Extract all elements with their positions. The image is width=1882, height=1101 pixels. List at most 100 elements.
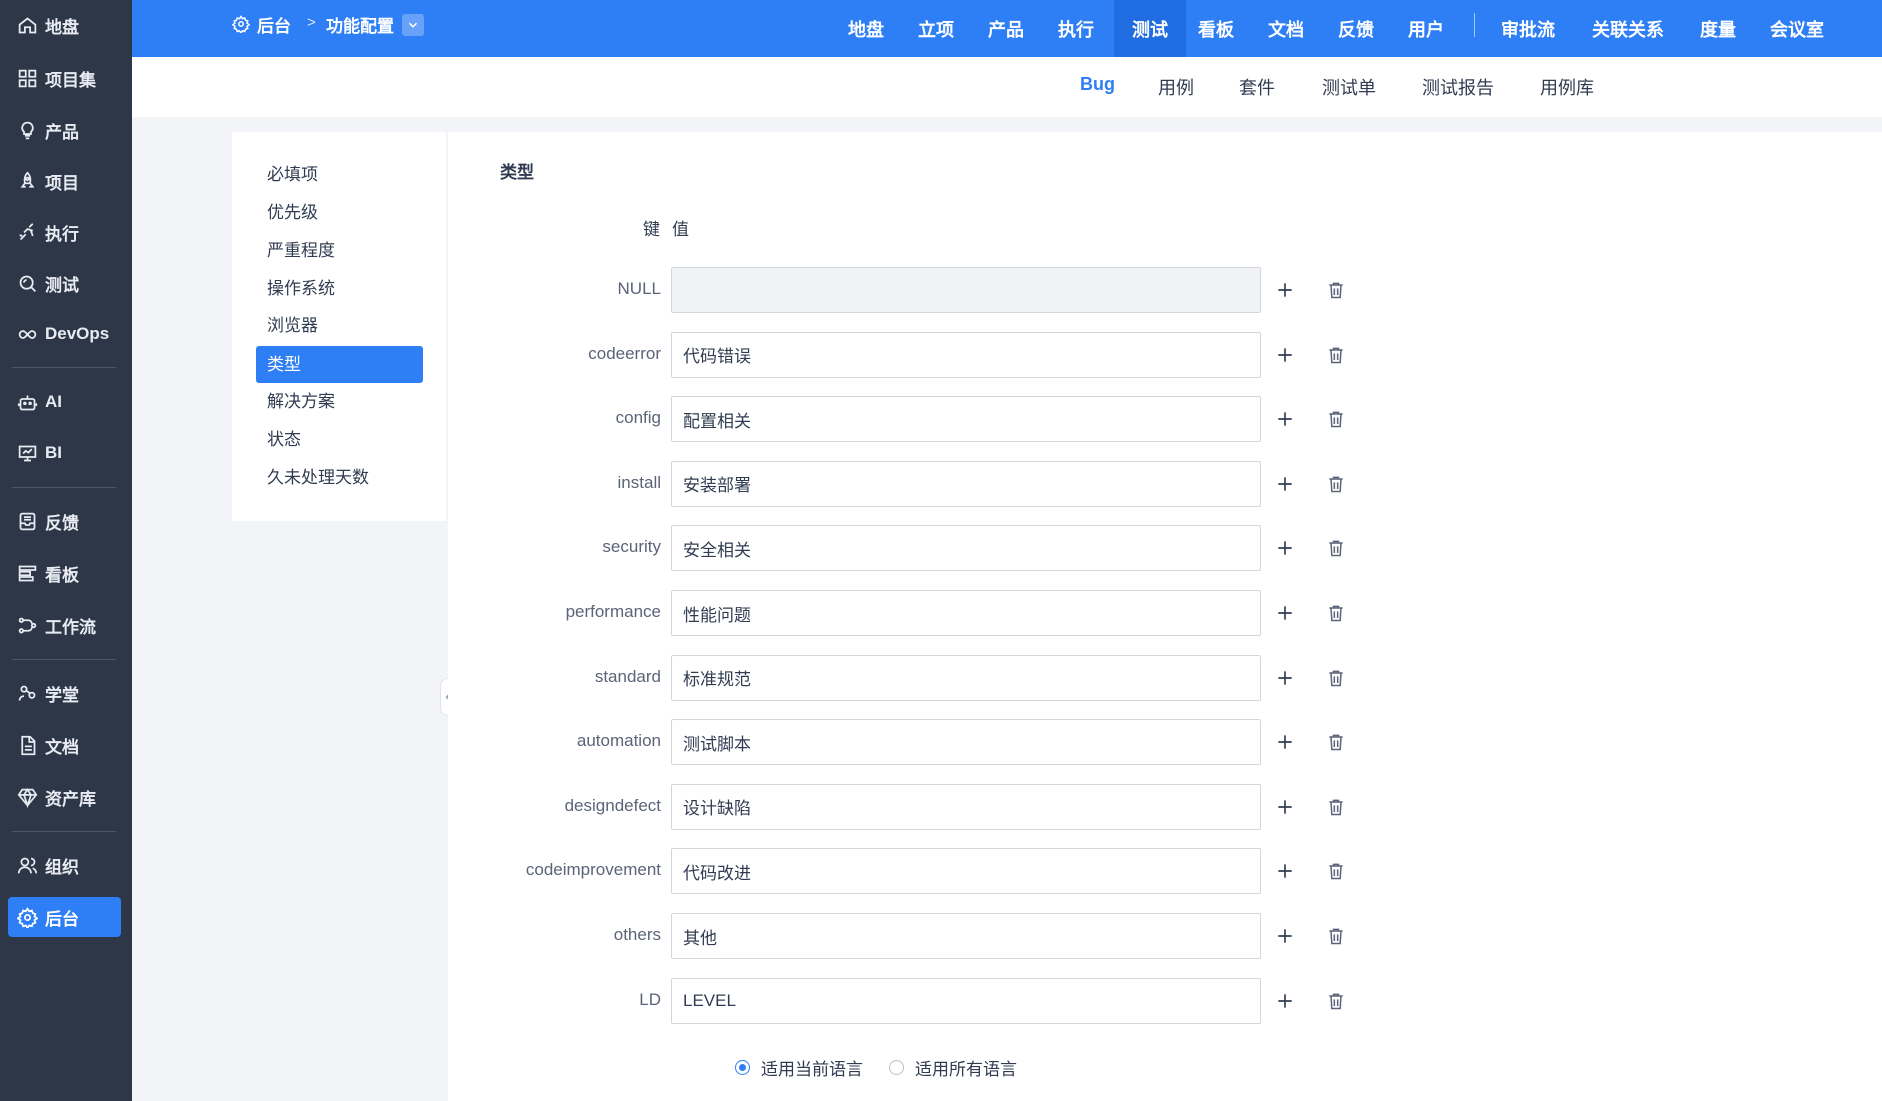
sidebar-item-school[interactable]: 学堂 xyxy=(8,673,121,713)
subnav-testtask[interactable]: 测试单 xyxy=(1322,74,1376,100)
sidebar-item-assets[interactable]: 资产库 xyxy=(8,777,121,817)
topnav-relation[interactable]: 关联关系 xyxy=(1580,0,1676,57)
row-value-input[interactable] xyxy=(671,396,1261,443)
add-row-button[interactable] xyxy=(1271,534,1299,562)
row-value-input[interactable] xyxy=(671,267,1261,313)
table-row: LD xyxy=(448,977,1448,1024)
menu-item-status[interactable]: 状态 xyxy=(256,421,423,458)
row-value-input[interactable] xyxy=(671,460,1261,507)
subnav-bug[interactable]: Bug xyxy=(1080,74,1115,95)
sidebar-item-feedback[interactable]: 反馈 xyxy=(8,501,121,541)
sidebar-item-project[interactable]: 项目 xyxy=(8,161,121,201)
breadcrumb-dropdown-button[interactable] xyxy=(402,14,424,36)
delete-row-button[interactable] xyxy=(1322,599,1350,627)
sidebar-item-label: BI xyxy=(45,443,62,462)
row-value-input[interactable] xyxy=(671,654,1261,701)
row-value-input[interactable] xyxy=(671,913,1261,959)
subnav-case[interactable]: 用例 xyxy=(1158,74,1194,100)
add-row-button[interactable] xyxy=(1271,922,1299,950)
add-row-button[interactable] xyxy=(1271,664,1299,692)
row-value-input[interactable] xyxy=(671,331,1261,378)
delete-row-button[interactable] xyxy=(1322,664,1350,692)
add-row-button[interactable] xyxy=(1271,793,1299,821)
radio-button[interactable] xyxy=(735,1060,750,1075)
delete-row-button[interactable] xyxy=(1322,987,1350,1015)
topnav-kanban[interactable]: 看板 xyxy=(1186,0,1246,57)
row-value-input[interactable] xyxy=(671,719,1261,766)
delete-row-button[interactable] xyxy=(1322,793,1350,821)
add-row-button[interactable] xyxy=(1271,987,1299,1015)
delete-row-button[interactable] xyxy=(1322,470,1350,498)
breadcrumb-root[interactable]: 后台 xyxy=(232,0,291,48)
topnav-meeting-room[interactable]: 会议室 xyxy=(1758,0,1836,57)
topnav-approval[interactable]: 审批流 xyxy=(1490,0,1566,57)
sidebar-item-admin[interactable]: 后台 xyxy=(8,897,121,937)
sidebar-item-workflow[interactable]: 工作流 xyxy=(8,605,121,645)
sidebar-item-product[interactable]: 产品 xyxy=(8,110,121,150)
row-key-label: security xyxy=(602,537,661,557)
sidebar-item-test[interactable]: 测试 xyxy=(8,263,121,303)
breadcrumb-root-label: 后台 xyxy=(257,16,291,36)
radio-button[interactable] xyxy=(889,1060,904,1075)
menu-item-os[interactable]: 操作系统 xyxy=(256,270,423,307)
sidebar-item-doc[interactable]: 文档 xyxy=(8,725,121,765)
subnav-suite[interactable]: 套件 xyxy=(1239,74,1275,100)
menu-item-long-pending-days[interactable]: 久未处理天数 xyxy=(256,459,423,496)
menu-item-resolution[interactable]: 解决方案 xyxy=(256,383,423,420)
menu-item-severity[interactable]: 严重程度 xyxy=(256,232,423,269)
trash-icon xyxy=(1329,282,1343,299)
add-row-button[interactable] xyxy=(1271,857,1299,885)
add-row-button[interactable] xyxy=(1271,470,1299,498)
sidebar-item-ai[interactable]: AI xyxy=(8,382,121,422)
topnav-feedback[interactable]: 反馈 xyxy=(1326,0,1386,57)
delete-row-button[interactable] xyxy=(1322,341,1350,369)
delete-row-button[interactable] xyxy=(1322,534,1350,562)
delete-row-button[interactable] xyxy=(1322,276,1350,304)
plus-icon xyxy=(1278,606,1292,620)
sidebar-item-execution[interactable]: 执行 xyxy=(8,212,121,252)
sidebar-item-label: 项目 xyxy=(45,173,79,193)
topnav-initiation[interactable]: 立项 xyxy=(906,0,966,57)
topnav-execution[interactable]: 执行 xyxy=(1046,0,1106,57)
menu-item-browser[interactable]: 浏览器 xyxy=(256,307,423,344)
row-value-input[interactable] xyxy=(671,977,1261,1024)
lang-all-radio[interactable]: 适用所有语言 xyxy=(889,1055,1017,1080)
breadcrumb-current[interactable]: 功能配置 xyxy=(326,0,394,48)
trash-icon xyxy=(1329,993,1343,1009)
add-row-button[interactable] xyxy=(1271,599,1299,627)
sidebar-item-program[interactable]: 项目集 xyxy=(8,58,121,98)
delete-row-button[interactable] xyxy=(1322,405,1350,433)
row-value-input[interactable] xyxy=(671,783,1261,830)
add-row-button[interactable] xyxy=(1271,341,1299,369)
sidebar-item-org[interactable]: 组织 xyxy=(8,845,121,885)
add-row-button[interactable] xyxy=(1271,728,1299,756)
sidebar-item-kanban[interactable]: 看板 xyxy=(8,553,121,593)
topnav-metrics[interactable]: 度量 xyxy=(1688,0,1748,57)
topnav-user[interactable]: 用户 xyxy=(1396,0,1456,57)
topnav-dashboard[interactable]: 地盘 xyxy=(836,0,896,57)
delete-row-button[interactable] xyxy=(1322,922,1350,950)
menu-item-required[interactable]: 必填项 xyxy=(256,156,423,193)
menu-item-type[interactable]: 类型 xyxy=(256,346,423,383)
subnav-testreport[interactable]: 测试报告 xyxy=(1422,74,1494,100)
menu-item-priority[interactable]: 优先级 xyxy=(256,194,423,231)
add-row-button[interactable] xyxy=(1271,276,1299,304)
lang-current-radio[interactable]: 适用当前语言 xyxy=(735,1055,863,1080)
kanban-icon xyxy=(18,565,37,581)
row-value-input[interactable] xyxy=(671,848,1261,895)
topnav-test[interactable]: 测试 xyxy=(1114,0,1186,57)
topnav-doc[interactable]: 文档 xyxy=(1256,0,1316,57)
delete-row-button[interactable] xyxy=(1322,857,1350,885)
add-row-button[interactable] xyxy=(1271,405,1299,433)
trash-icon xyxy=(1329,605,1343,622)
sidebar-item-dashboard[interactable]: 地盘 xyxy=(8,5,121,45)
sidebar-item-bi[interactable]: BI xyxy=(8,433,121,473)
sidebar-item-devops[interactable]: DevOps xyxy=(8,314,121,354)
row-value-input[interactable] xyxy=(671,590,1261,636)
row-key-label: install xyxy=(617,472,661,492)
topnav-product[interactable]: 产品 xyxy=(976,0,1036,57)
subnav-caselib[interactable]: 用例库 xyxy=(1540,74,1594,100)
row-value-input[interactable] xyxy=(671,525,1261,572)
delete-row-button[interactable] xyxy=(1322,728,1350,756)
topnav-label: 文档 xyxy=(1268,19,1304,40)
